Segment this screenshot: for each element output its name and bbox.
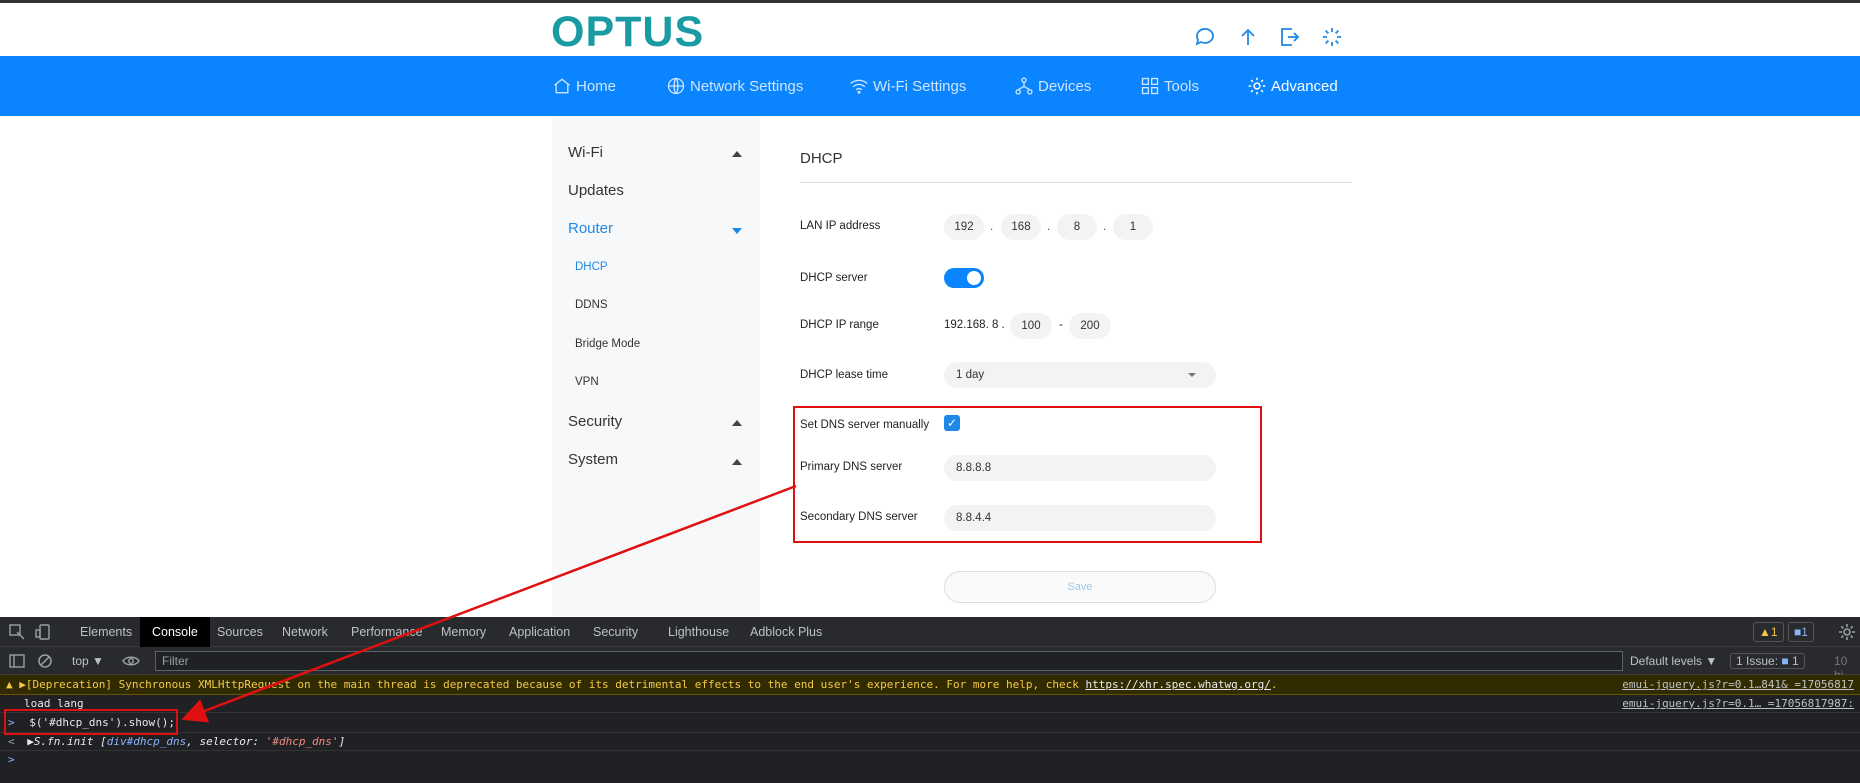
tab-console[interactable]: Console [140, 617, 210, 647]
highlight-box-dns [793, 406, 1262, 543]
devtools-panel: Elements Console Sources Network Perform… [0, 617, 1860, 783]
sidebar-item-wifi[interactable]: Wi-Fi [568, 144, 603, 161]
caret-up-icon[interactable] [732, 459, 742, 465]
sidebar-item-security[interactable]: Security [568, 413, 622, 430]
page-title: DHCP [800, 150, 843, 167]
nav-network-settings[interactable]: Network Settings [666, 56, 803, 116]
eye-icon[interactable] [122, 652, 140, 670]
console-result-line[interactable]: < ▶S.fn.init [div#dhcp_dns, selector: '#… [0, 733, 1860, 751]
lease-time-label: DHCP lease time [800, 369, 888, 381]
tab-lighthouse[interactable]: Lighthouse [668, 617, 729, 647]
loading-icon [1320, 25, 1344, 49]
caret-down-icon[interactable] [732, 228, 742, 234]
ip-separator: . [990, 221, 994, 233]
range-dash: - [1059, 319, 1063, 331]
tab-elements[interactable]: Elements [80, 617, 132, 647]
save-button[interactable]: Save [944, 571, 1216, 603]
lan-ip-octet-4[interactable]: 1 [1113, 214, 1153, 240]
nav-advanced[interactable]: Advanced [1247, 56, 1338, 116]
sidebar: Wi-Fi Updates Router DHCP DDNS Bridge Mo… [552, 116, 760, 616]
chevron-down-icon [1188, 373, 1196, 377]
clear-console-icon[interactable] [36, 652, 54, 670]
result-glyph: < [8, 735, 15, 748]
tab-sources[interactable]: Sources [217, 617, 263, 647]
tab-memory[interactable]: Memory [441, 617, 486, 647]
dhcp-range-label: DHCP IP range [800, 319, 879, 331]
lan-ip-label: LAN IP address [800, 220, 881, 232]
tab-performance[interactable]: Performance [351, 617, 423, 647]
globe-icon [667, 77, 685, 95]
wifi-icon [850, 79, 868, 94]
nav-tools[interactable]: Tools [1140, 56, 1199, 116]
nav-wifi-settings[interactable]: Wi-Fi Settings [849, 56, 966, 116]
lan-ip-octet-2[interactable]: 168 [1001, 214, 1041, 240]
tools-icon [1141, 77, 1159, 95]
dhcp-server-label: DHCP server [800, 272, 868, 284]
sidebar-item-updates[interactable]: Updates [568, 182, 624, 199]
sidebar-toggle-icon[interactable] [8, 652, 26, 670]
gear-icon [1248, 77, 1266, 95]
message-count-badge[interactable]: ■1 [1788, 622, 1814, 642]
nav-devices[interactable]: Devices [1014, 56, 1091, 116]
tab-network[interactable]: Network [282, 617, 328, 647]
toggle-knob [967, 271, 981, 285]
header: OPTUS [0, 3, 1860, 56]
upload-icon[interactable] [1236, 25, 1260, 49]
console-filter-input[interactable]: Filter [155, 651, 1623, 671]
warning-icon: ▲ [1759, 625, 1771, 639]
context-selector[interactable]: top ▼ [72, 654, 104, 668]
source-link[interactable]: emui-jquery.js?r=0.1…841& =17056817 [1622, 675, 1854, 695]
dhcp-range-end[interactable]: 200 [1069, 313, 1111, 339]
sidebar-subitem-ddns[interactable]: DDNS [575, 299, 608, 311]
sidebar-subitem-bridge-mode[interactable]: Bridge Mode [575, 338, 640, 350]
lan-ip-octet-1[interactable]: 192 [944, 214, 984, 240]
title-divider [800, 182, 1352, 183]
lan-ip-octet-3[interactable]: 8 [1057, 214, 1097, 240]
console-log-line: load_lang emui-jquery.js?r=0.1… =1705681… [0, 695, 1860, 713]
tab-security[interactable]: Security [593, 617, 638, 647]
console-prompt-line[interactable]: > [0, 751, 1860, 769]
lease-time-select[interactable]: 1 day [944, 362, 1216, 388]
optus-logo[interactable]: OPTUS [551, 11, 704, 54]
dhcp-server-toggle[interactable] [944, 268, 984, 288]
ip-separator: . [1103, 221, 1107, 233]
sidebar-subitem-dhcp[interactable]: DHCP [575, 261, 608, 273]
xhr-spec-link[interactable]: https://xhr.spec.whatwg.org/ [1085, 678, 1270, 691]
devices-icon [1015, 77, 1033, 95]
settings-gear-icon[interactable] [1838, 623, 1856, 641]
main-nav: Home Network Settings Wi-Fi Settings Dev… [0, 56, 1860, 116]
console-warning-message[interactable]: ▲ ▶[Deprecation] Synchronous XMLHttpRequ… [0, 675, 1860, 695]
dhcp-range-prefix: 192.168. 8 . [944, 319, 1005, 331]
log-levels-dropdown[interactable]: Default levels ▼ [1630, 654, 1717, 668]
caret-up-icon[interactable] [732, 420, 742, 426]
tab-application[interactable]: Application [509, 617, 570, 647]
caret-up-icon[interactable] [732, 151, 742, 157]
prompt-glyph: > [8, 753, 15, 766]
tab-adblock-plus[interactable]: Adblock Plus [750, 617, 822, 647]
logout-icon[interactable] [1278, 25, 1302, 49]
sidebar-item-system[interactable]: System [568, 451, 618, 468]
issue-icon: ■ [1781, 654, 1789, 668]
chat-icon[interactable] [1193, 25, 1217, 49]
dhcp-range-start[interactable]: 100 [1010, 313, 1052, 339]
highlight-box-command [4, 709, 178, 735]
source-link[interactable]: emui-jquery.js?r=0.1… =17056817987: [1622, 695, 1854, 713]
console-toolbar: top ▼ Filter Default levels ▼ 1 Issue: ■… [0, 647, 1860, 682]
inspect-icon[interactable] [8, 623, 26, 641]
sidebar-item-router[interactable]: Router [568, 220, 613, 237]
console-input-line[interactable]: > $('#dhcp_dns').show(); [0, 713, 1860, 733]
ip-separator: . [1047, 221, 1051, 233]
home-icon [554, 78, 570, 94]
nav-home[interactable]: Home [552, 56, 616, 116]
device-toolbar-icon[interactable] [34, 623, 52, 641]
warning-count-badge[interactable]: ▲1 [1753, 622, 1784, 642]
issues-button[interactable]: 1 Issue: ■ 1 [1730, 653, 1805, 669]
sidebar-subitem-vpn[interactable]: VPN [575, 376, 599, 388]
devtools-tabbar: Elements Console Sources Network Perform… [0, 617, 1860, 647]
